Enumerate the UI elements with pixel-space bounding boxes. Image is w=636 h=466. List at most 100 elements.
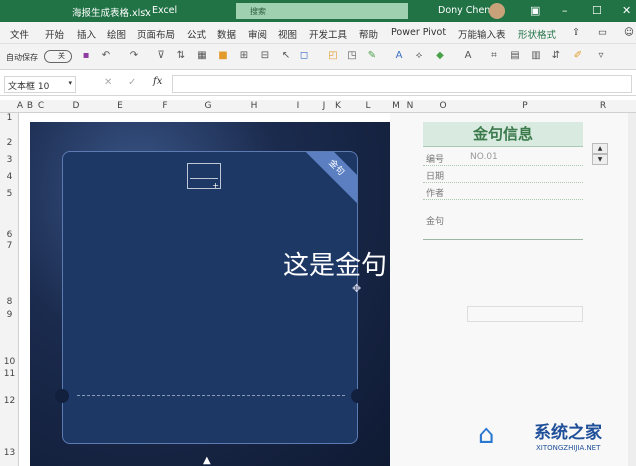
row-header-13[interactable]: 13 (0, 448, 19, 458)
tab-shape-format[interactable]: 形状格式 (518, 27, 556, 41)
column-header-I[interactable]: I (297, 101, 300, 111)
row-header-11[interactable]: 11 (0, 369, 19, 379)
select-icon[interactable]: ↖ (280, 50, 292, 62)
save-icon[interactable]: ▪ (80, 50, 92, 62)
copy-icon[interactable]: ■ (217, 50, 229, 62)
column-header-R[interactable]: R (600, 101, 606, 111)
format-painter-icon[interactable]: ✐ (572, 50, 584, 62)
shape-handle-icon[interactable]: ▲ (203, 455, 211, 466)
row-header-5[interactable]: 5 (0, 189, 19, 199)
column-header-B[interactable]: B (27, 101, 33, 111)
crop-icon[interactable]: ⌗ (488, 50, 500, 62)
row-header-8[interactable]: 8 (0, 297, 19, 307)
sort-icon[interactable]: ⇅ (175, 50, 187, 62)
avatar[interactable] (489, 3, 505, 19)
redo-icon[interactable]: ↷ (128, 50, 140, 62)
sort-az-icon[interactable]: ⇵ (550, 50, 562, 62)
column-header-G[interactable]: G (205, 101, 212, 111)
filter-icon[interactable]: ⊽ (155, 50, 167, 62)
poster-card[interactable]: 金句 (62, 151, 358, 444)
group-icon[interactable]: ▦ (196, 50, 208, 62)
image-placeholder-icon[interactable]: + (187, 163, 221, 190)
field-value-number[interactable]: NO.01 (470, 152, 498, 162)
enter-icon[interactable]: ✓ (128, 77, 136, 88)
tab-view[interactable]: 视图 (278, 27, 297, 41)
font-color-icon[interactable]: A (462, 50, 474, 62)
paste-icon[interactable]: ▥ (530, 50, 542, 62)
customize-icon[interactable]: ▿ (595, 50, 607, 62)
send-backward-icon[interactable]: ◳ (346, 50, 358, 62)
column-header-O[interactable]: O (439, 101, 446, 111)
column-header-F[interactable]: F (162, 101, 167, 111)
ribbon-display-icon[interactable]: ▣ (530, 4, 540, 17)
row-header-12[interactable]: 12 (0, 396, 19, 406)
ribbon-tabs: 文件 开始 插入 绘图 页面布局 公式 数据 审阅 视图 开发工具 帮助 Pow… (0, 22, 636, 44)
tab-developer[interactable]: 开发工具 (309, 27, 347, 41)
column-header-L[interactable]: L (365, 101, 370, 111)
column-header-E[interactable]: E (117, 101, 123, 111)
vertical-scrollbar[interactable] (628, 113, 636, 466)
search-box[interactable]: 搜索 (236, 3, 408, 19)
row-header-3[interactable]: 3 (0, 155, 19, 165)
tab-review[interactable]: 审阅 (248, 27, 267, 41)
column-header-A[interactable]: A (17, 101, 23, 111)
align-icon[interactable]: ⊞ (238, 50, 250, 62)
divider (423, 165, 583, 166)
search-placeholder: 搜索 (250, 7, 266, 16)
edit-shape-icon[interactable]: ✎ (366, 50, 378, 62)
row-header-7[interactable]: 7 (0, 241, 19, 251)
name-box[interactable]: 文本框 10 ▾ (4, 76, 76, 93)
panel-cell[interactable] (467, 306, 583, 322)
format-icon[interactable]: ⟡ (413, 50, 425, 62)
row-header-1[interactable]: 1 (0, 113, 19, 123)
field-label-author: 作者 (426, 189, 445, 199)
textbox-icon[interactable]: A (393, 50, 405, 62)
feedback-icon[interactable]: ☺ (624, 27, 634, 38)
ticket-notch-right (351, 389, 365, 403)
tab-formulas[interactable]: 公式 (187, 27, 206, 41)
tab-power-pivot[interactable]: Power Pivot (391, 27, 446, 38)
autosave-toggle[interactable]: 关 (44, 50, 72, 63)
divider (423, 199, 583, 200)
close-button[interactable]: ✕ (622, 4, 631, 17)
row-header-9[interactable]: 9 (0, 310, 19, 320)
fill-color-icon[interactable]: ◆ (434, 50, 446, 62)
tab-data[interactable]: 数据 (217, 27, 236, 41)
tab-page-layout[interactable]: 页面布局 (137, 27, 175, 41)
row-header-2[interactable]: 2 (0, 138, 19, 148)
undo-icon[interactable]: ↶ (100, 50, 112, 62)
fx-icon[interactable]: fx (153, 76, 162, 87)
tab-help[interactable]: 帮助 (359, 27, 378, 41)
row-header-4[interactable]: 4 (0, 172, 19, 182)
bring-forward-icon[interactable]: ◰ (327, 50, 339, 62)
picture-icon[interactable]: ▤ (509, 50, 521, 62)
spin-up-button[interactable]: ▲ (592, 143, 608, 154)
column-header-P[interactable]: P (522, 101, 527, 111)
quote-textbox[interactable]: 这是金句 (283, 245, 390, 282)
tab-home[interactable]: 开始 (45, 27, 64, 41)
tab-draw[interactable]: 绘图 (107, 27, 126, 41)
distribute-icon[interactable]: ⊟ (259, 50, 271, 62)
formula-input[interactable] (172, 75, 632, 93)
minimize-button[interactable]: – (562, 4, 568, 17)
tab-insert[interactable]: 插入 (77, 27, 96, 41)
tab-input[interactable]: 万能输入表 (458, 27, 506, 41)
row-header-10[interactable]: 10 (0, 357, 19, 367)
cancel-icon[interactable]: ✕ (104, 77, 112, 88)
column-header-C[interactable]: C (38, 101, 44, 111)
tab-file[interactable]: 文件 (10, 27, 29, 41)
spin-down-button[interactable]: ▼ (592, 154, 608, 165)
share-icon[interactable]: ⇪ (572, 27, 580, 38)
maximize-button[interactable]: ☐ (592, 4, 602, 17)
column-header-N[interactable]: N (407, 101, 414, 111)
column-header-H[interactable]: H (251, 101, 258, 111)
column-header-K[interactable]: K (335, 101, 341, 111)
shapes-icon[interactable]: ◻ (298, 50, 310, 62)
watermark-url: XITONGZHIJIA.NET (536, 444, 601, 452)
column-header-J[interactable]: J (323, 101, 326, 111)
row-header-6[interactable]: 6 (0, 230, 19, 240)
comment-icon[interactable]: ▭ (598, 27, 607, 38)
user-name: Dony Chen (438, 5, 491, 16)
column-header-M[interactable]: M (392, 101, 400, 111)
column-header-D[interactable]: D (73, 101, 80, 111)
